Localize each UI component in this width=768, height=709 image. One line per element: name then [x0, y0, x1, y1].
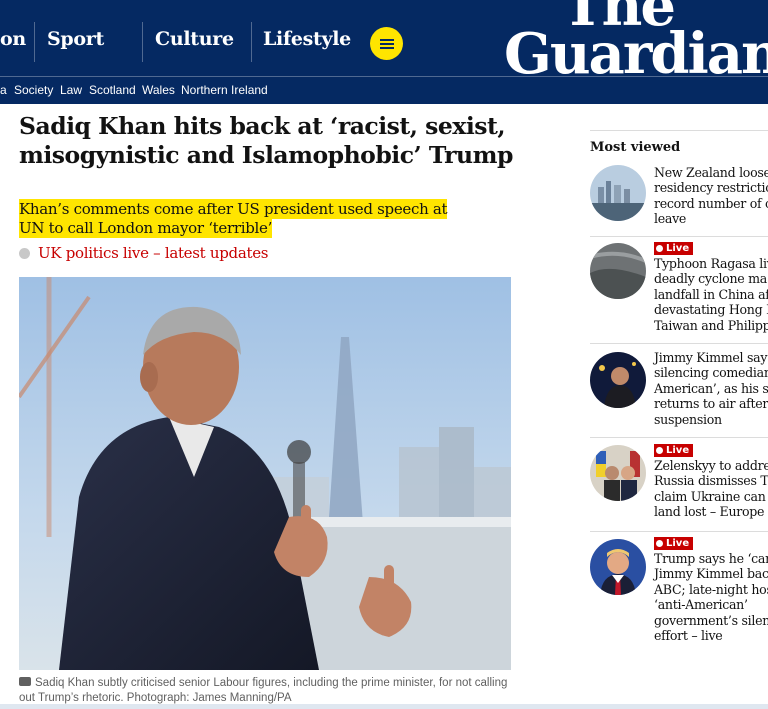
- camera-icon: [19, 677, 31, 686]
- subnav-item-northern-ireland[interactable]: Northern Ireland: [181, 83, 268, 97]
- menu-button[interactable]: [370, 27, 403, 60]
- most-viewed-headline: Trump says he ‘can Jimmy Kimmel bac ABC;…: [654, 551, 768, 644]
- article-headline: Sadiq Khan hits back at ‘racist, sexist,…: [19, 112, 513, 169]
- pillar-divider: [34, 22, 35, 62]
- subnav-item-scotland[interactable]: Scotland: [89, 83, 136, 97]
- most-viewed-headline: Zelenskyy to addre Russia dismisses T cl…: [654, 458, 768, 520]
- pillar-sport[interactable]: Sport: [47, 28, 104, 50]
- pillar-news[interactable]: on: [0, 28, 26, 50]
- pillar-culture[interactable]: Culture: [155, 28, 234, 50]
- live-updates-label: UK politics live – latest updates: [38, 244, 269, 262]
- subnav-item-wales[interactable]: Wales: [142, 83, 175, 97]
- guardian-logo[interactable]: The Guardian: [504, 0, 768, 76]
- caption-text: Sadiq Khan subtly criticised senior Labo…: [19, 677, 508, 704]
- live-pulse-icon: [656, 540, 663, 547]
- live-badge: Live: [654, 444, 694, 457]
- subnav-item-society[interactable]: Society: [14, 83, 53, 97]
- photo-caption: Sadiq Khan subtly criticised senior Labo…: [19, 676, 519, 706]
- live-dot-icon: [19, 247, 30, 259]
- most-viewed-title: Most viewed: [590, 140, 681, 155]
- subnav-item-partial[interactable]: a: [0, 83, 7, 97]
- most-viewed-item[interactable]: Jimmy Kimmel say silencing comedian Amer…: [590, 350, 768, 432]
- most-viewed-item[interactable]: Live Typhoon Ragasa liv deadly cyclone m…: [590, 242, 768, 337]
- live-badge: Live: [654, 537, 694, 550]
- subnav: a Society Law Scotland Wales Northern Ir…: [0, 76, 768, 104]
- live-pulse-icon: [656, 245, 663, 252]
- thumbnail-image: [590, 165, 646, 221]
- most-viewed-headline: Jimmy Kimmel say silencing comedian Amer…: [654, 350, 768, 427]
- live-updates-link[interactable]: UK politics live – latest updates: [19, 244, 268, 262]
- article-standfirst: Khan’s comments come after US president …: [19, 199, 448, 238]
- most-viewed-headline: New Zealand looses residency restrictio …: [654, 165, 768, 227]
- hero-photo-illustration: [19, 277, 511, 670]
- most-viewed-item[interactable]: Live Trump says he ‘can Jimmy Kimmel bac…: [590, 537, 768, 647]
- subnav-item-law[interactable]: Law: [60, 83, 82, 97]
- most-viewed-headline: Typhoon Ragasa liv deadly cyclone ma lan…: [654, 256, 768, 333]
- most-viewed-item[interactable]: Live Zelenskyy to addre Russia dismisses…: [590, 444, 768, 526]
- most-viewed-rule: [590, 130, 768, 131]
- most-viewed-separator: [590, 236, 768, 237]
- masthead: on Sport Culture Lifestyle The Guardian: [0, 0, 768, 76]
- pillar-divider: [251, 22, 252, 62]
- thumbnail-image: [590, 445, 646, 501]
- hero-photo: [19, 277, 511, 670]
- most-viewed-separator: [590, 437, 768, 438]
- hamburger-icon: [379, 38, 394, 49]
- thumbnail-image: [590, 243, 646, 299]
- thumbnail-image: [590, 352, 646, 408]
- thumbnail-image: [590, 539, 646, 595]
- live-pulse-icon: [656, 447, 663, 454]
- most-viewed-separator: [590, 343, 768, 344]
- pillar-divider: [142, 22, 143, 62]
- most-viewed-item[interactable]: New Zealand looses residency restrictio …: [590, 165, 768, 235]
- bottom-strip: [0, 704, 768, 709]
- live-badge: Live: [654, 242, 694, 255]
- most-viewed-separator: [590, 531, 768, 532]
- pillar-lifestyle[interactable]: Lifestyle: [263, 28, 351, 50]
